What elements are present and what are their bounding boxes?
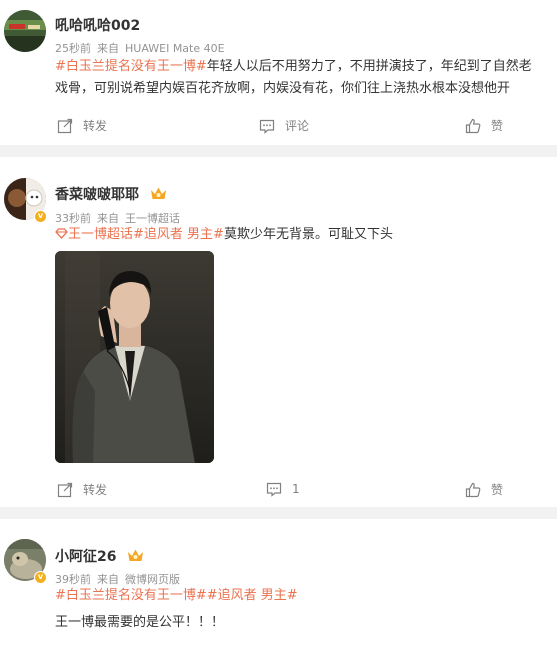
verified-badge-icon: v	[34, 571, 47, 584]
post-image[interactable]	[55, 251, 214, 463]
repost-icon	[57, 118, 73, 133]
topic-tag[interactable]: #追风者 男主#	[133, 227, 224, 242]
topic-tag[interactable]: #白玉兰提名没有王一博#	[55, 59, 207, 74]
action-bar: 转发 1 赞	[0, 481, 557, 501]
verified-badge-icon: v	[34, 210, 47, 223]
timestamp[interactable]: 25秒前	[55, 42, 91, 55]
comment-icon	[259, 119, 275, 134]
post-card-3: v 小阿征26 39秒前 来自 微博网页版 #白玉兰提名没有王一博##追风者 男主#…	[0, 519, 557, 649]
source: HUAWEI Mate 40E	[125, 42, 225, 55]
action-bar: 转发 评论 赞	[0, 117, 557, 137]
repost-button[interactable]: 转发	[57, 117, 107, 134]
post-meta: 25秒前 来自 HUAWEI Mate 40E	[55, 40, 231, 56]
crown-icon	[128, 549, 144, 561]
username-link[interactable]: 香菜啵啵耶耶	[55, 187, 139, 203]
avatar[interactable]	[4, 10, 46, 52]
comment-button[interactable]: 1	[266, 481, 300, 497]
repost-icon	[57, 482, 73, 497]
post-text: #白玉兰提名没有王一博##追风者 男主#	[55, 585, 539, 607]
username: 小阿征26	[55, 546, 144, 566]
username: 香菜啵啵耶耶	[55, 184, 167, 204]
username[interactable]: 吼哈吼哈002	[55, 15, 140, 35]
post-card-1: 吼哈吼哈002 25秒前 来自 HUAWEI Mate 40E #白玉兰提名没有王一…	[0, 0, 557, 145]
comment-label: 评论	[285, 119, 310, 133]
topic-tag[interactable]: #白玉兰提名没有王一博##追风者 男主#	[55, 588, 298, 603]
super-topic-tag[interactable]: 王一博超话	[68, 227, 133, 242]
source-prefix: 来自	[97, 42, 119, 55]
like-button[interactable]: 赞	[465, 117, 503, 134]
repost-label: 转发	[83, 483, 108, 497]
post-text: 王一博超话#追风者 男主#莫欺少年无背景。可耻又下头	[55, 224, 539, 246]
comment-button[interactable]: 评论	[259, 117, 309, 134]
super-topic-icon	[55, 228, 68, 239]
like-icon	[465, 118, 481, 133]
repost-label: 转发	[83, 119, 108, 133]
post-card-2: v 香菜啵啵耶耶 33秒前 来自 王一博超话 王一博超话#追风者 男主#莫欺少年无背…	[0, 157, 557, 507]
post-body: 莫欺少年无背景。可耻又下头	[223, 227, 393, 242]
divider	[0, 507, 557, 519]
username-link[interactable]: 小阿征26	[55, 549, 116, 565]
post-text: #白玉兰提名没有王一博#年轻人以后不用努力了，不用拼演技了，年纪到了自然老戏骨，…	[55, 56, 539, 100]
divider	[0, 145, 557, 157]
comment-icon	[266, 482, 282, 497]
comment-count: 1	[292, 482, 300, 496]
like-label: 赞	[491, 483, 504, 497]
like-label: 赞	[491, 119, 504, 133]
like-icon	[465, 482, 481, 497]
crown-icon	[150, 187, 166, 199]
like-button[interactable]: 赞	[465, 481, 503, 498]
repost-button[interactable]: 转发	[57, 481, 107, 498]
post-body: 王一博最需要的是公平！！！	[55, 615, 225, 630]
